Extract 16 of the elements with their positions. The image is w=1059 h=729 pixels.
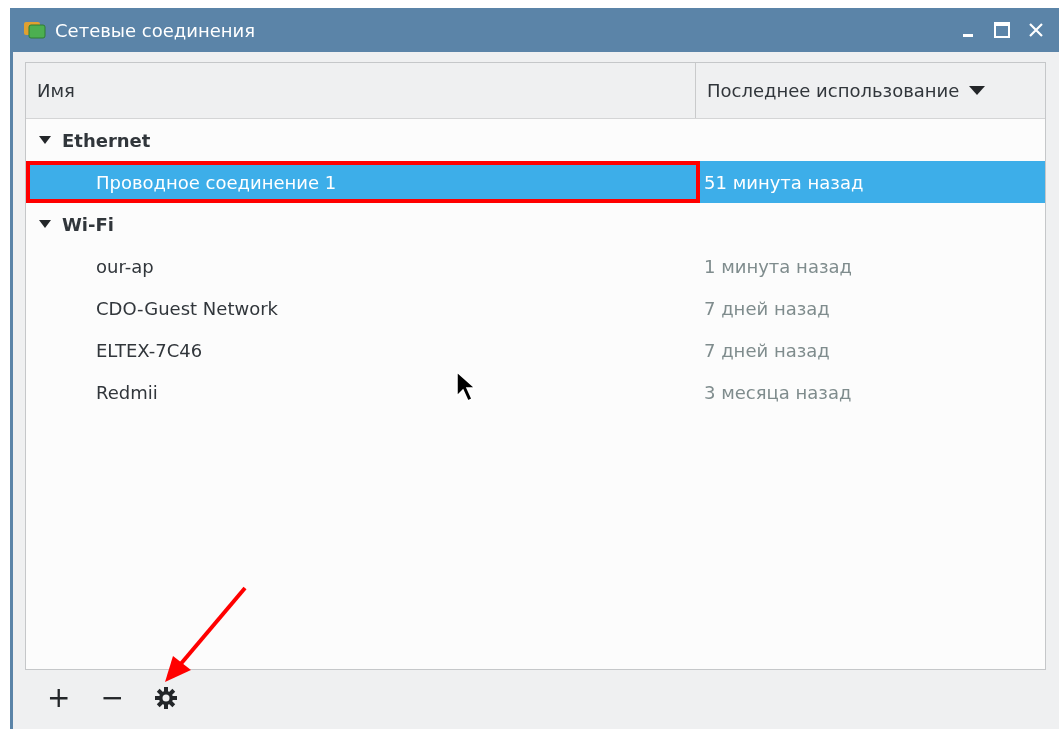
gear-icon xyxy=(153,686,178,710)
tree-group[interactable]: Ethernet xyxy=(26,119,1045,161)
network-icon xyxy=(23,19,47,41)
window-title: Сетевые соединения xyxy=(55,18,256,43)
tree-group[interactable]: Wi-Fi xyxy=(26,203,1045,245)
connection-row[interactable]: our-ap 1 минута назад xyxy=(26,245,1045,287)
connection-row[interactable]: CDO-Guest Network 7 дней назад xyxy=(26,287,1045,329)
close-icon xyxy=(1028,22,1044,38)
column-header[interactable]: Последнее использование xyxy=(696,63,1045,118)
toolbar-button[interactable]: + xyxy=(43,684,75,712)
connection-row[interactable]: ELTEX-7C46 7 дней назад xyxy=(26,329,1045,371)
toolbar-button[interactable]: − xyxy=(96,684,128,712)
connection-row[interactable]: Redmii 3 месяца назад xyxy=(26,371,1045,413)
maximize-icon xyxy=(993,21,1011,39)
column-header[interactable]: Имя xyxy=(26,63,696,118)
minimize-icon xyxy=(963,33,973,37)
